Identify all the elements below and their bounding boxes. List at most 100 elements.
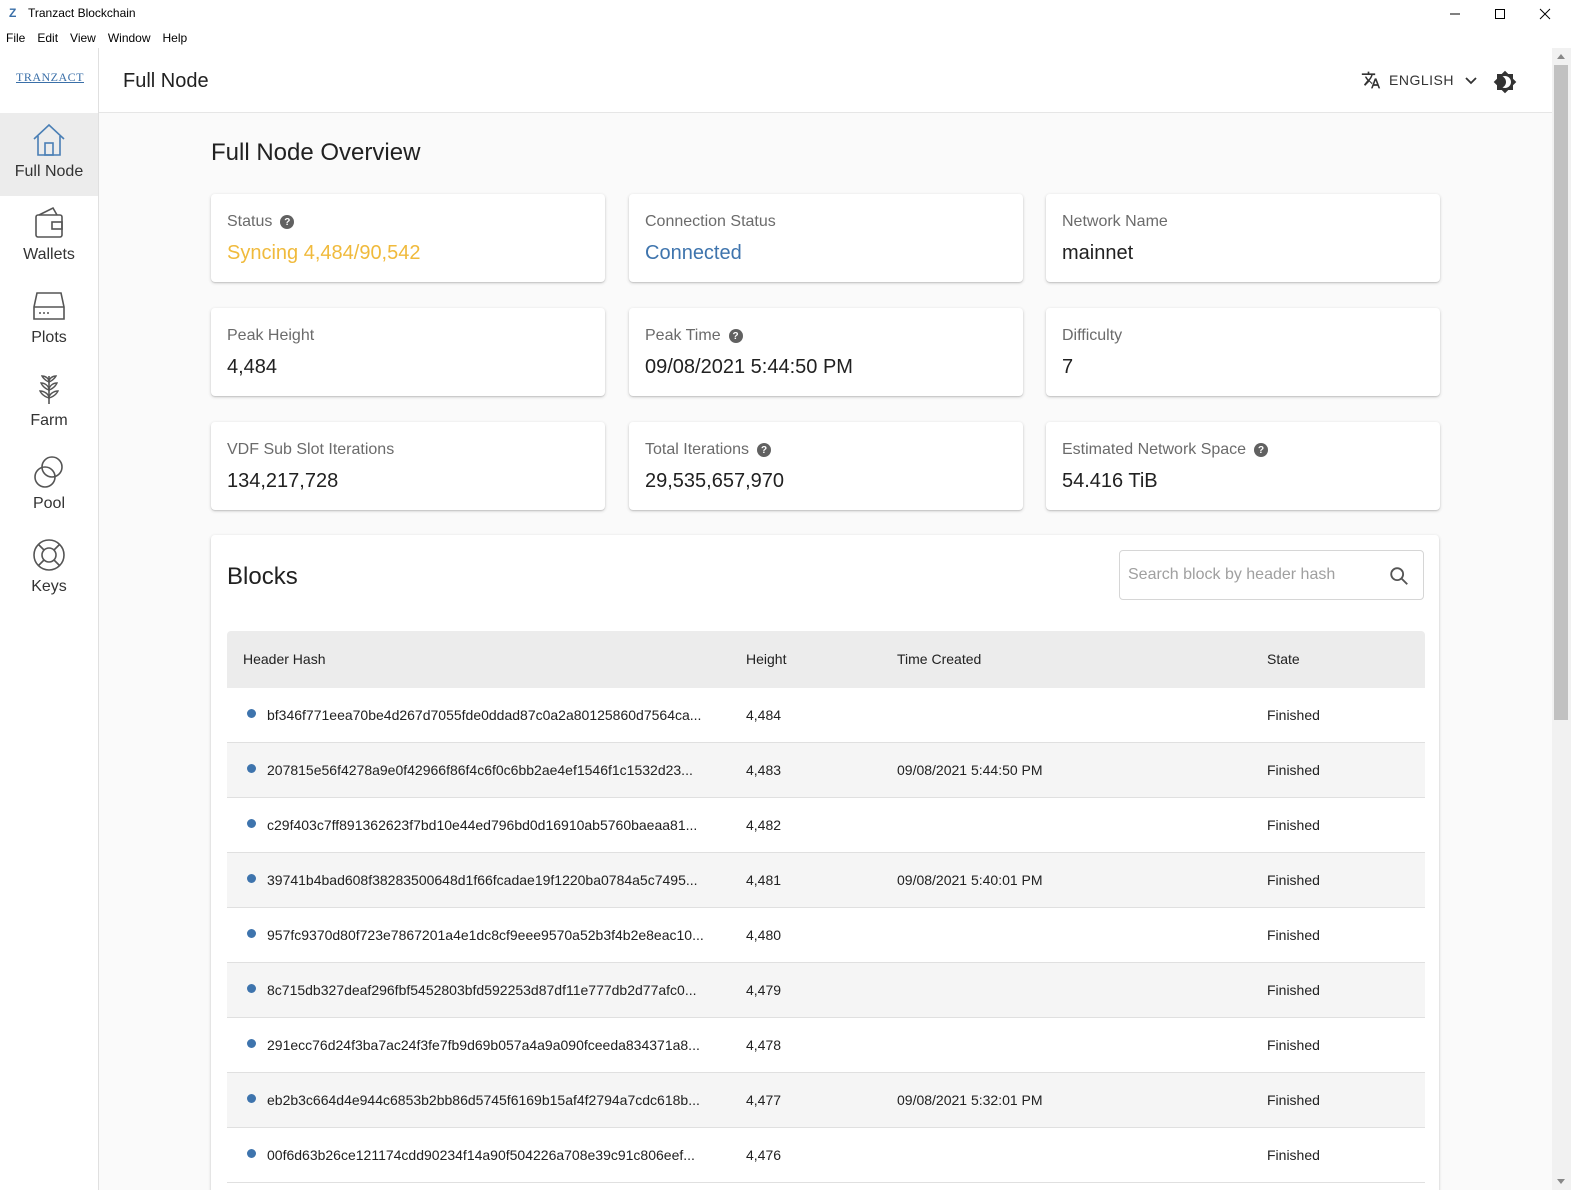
home-icon: [33, 123, 65, 156]
table-body: bf346f771eea70be4d267d7055fde0ddad87c0a2…: [227, 688, 1425, 1183]
cell-time-created: 09/08/2021 5:40:01 PM: [897, 872, 1043, 888]
card-label-wrap: Status?: [227, 213, 295, 231]
table-row[interactable]: eb2b3c664d4e944c6853b2bb86d5745f6169b15a…: [227, 1073, 1425, 1128]
sidebar-item-keys[interactable]: Keys: [0, 528, 98, 611]
close-button[interactable]: [1522, 0, 1568, 28]
connection-status-card: Connection Status Connected: [629, 194, 1023, 282]
status-dot-icon: [247, 709, 256, 718]
table-row[interactable]: 957fc9370d80f723e7867201a4e1dc8cf9eee957…: [227, 908, 1425, 963]
menu-view[interactable]: View: [64, 28, 102, 48]
status-dot-icon: [247, 764, 256, 773]
table-row[interactable]: 291ecc76d24f3ba7ac24f3fe7fb9d69b057a4a9a…: [227, 1018, 1425, 1073]
cell-state: Finished: [1267, 982, 1320, 998]
menu-file[interactable]: File: [0, 28, 31, 48]
status-dot-icon: [247, 819, 256, 828]
close-icon: [1539, 8, 1551, 20]
card-label: Difficulty: [1062, 327, 1123, 344]
help-icon[interactable]: ?: [728, 329, 743, 343]
cell-state: Finished: [1267, 707, 1320, 723]
sidebar-item-label: Wallets: [23, 246, 75, 263]
language-label: ENGLISH: [1389, 72, 1454, 88]
status-value: Syncing 4,484/90,542: [227, 242, 421, 264]
translate-icon: [1361, 71, 1381, 89]
cell-header-hash[interactable]: 8c715db327deaf296fbf5452803bfd592253d87d…: [267, 982, 715, 998]
cell-state: Finished: [1267, 817, 1320, 833]
sidebar-item-plots[interactable]: Plots: [0, 279, 98, 362]
maximize-button[interactable]: [1477, 0, 1523, 28]
status-dot-icon: [247, 984, 256, 993]
scroll-down-arrow-icon[interactable]: [1557, 1179, 1565, 1184]
sidebar-item-label: Farm: [30, 412, 68, 429]
help-icon[interactable]: ?: [1254, 443, 1269, 457]
minimize-icon: [1450, 13, 1460, 15]
peak-time-value: 09/08/2021 5:44:50 PM: [645, 356, 853, 378]
scrollbar-thumb[interactable]: [1554, 65, 1568, 720]
chevron-down-icon: [1465, 77, 1477, 85]
sidebar-item-pool[interactable]: Pool: [0, 445, 98, 528]
table-header: Header Hash Height Time Created State: [227, 631, 1425, 688]
cell-header-hash[interactable]: 291ecc76d24f3ba7ac24f3fe7fb9d69b057a4a9a…: [267, 1037, 715, 1053]
menu-edit[interactable]: Edit: [31, 28, 64, 48]
block-search: [1119, 550, 1424, 600]
cell-header-hash[interactable]: 00f6d63b26ce121174cdd90234f14a90f504226a…: [267, 1147, 715, 1163]
dark-mode-toggle-icon[interactable]: [1493, 70, 1517, 94]
cell-header-hash[interactable]: bf346f771eea70be4d267d7055fde0ddad87c0a2…: [267, 707, 715, 723]
cell-height: 4,477: [746, 1092, 782, 1108]
menu-window[interactable]: Window: [102, 28, 157, 48]
cell-header-hash[interactable]: 39741b4bad608f38283500648d1f66fcadae19f1…: [267, 872, 715, 888]
cell-height: 4,480: [746, 927, 782, 943]
cell-header-hash[interactable]: eb2b3c664d4e944c6853b2bb86d5745f6169b15a…: [267, 1092, 715, 1108]
table-row[interactable]: c29f403c7ff891362623f7bd10e44ed796bd0d16…: [227, 798, 1425, 853]
minimize-button[interactable]: [1432, 0, 1478, 28]
sidebar-item-farm[interactable]: Farm: [0, 362, 98, 445]
cell-height: 4,476: [746, 1147, 782, 1163]
table-row[interactable]: bf346f771eea70be4d267d7055fde0ddad87c0a2…: [227, 688, 1425, 743]
title-bar: Z Tranzact Blockchain: [0, 0, 1571, 28]
cell-header-hash[interactable]: 957fc9370d80f723e7867201a4e1dc8cf9eee957…: [267, 927, 715, 943]
card-label-wrap: Estimated Network Space?: [1062, 441, 1269, 459]
network-name-card: Network Name mainnet: [1046, 194, 1440, 282]
vertical-scrollbar[interactable]: [1552, 48, 1571, 1190]
sidebar-item-wallets[interactable]: Wallets: [0, 196, 98, 279]
sidebar-item-label: Keys: [31, 578, 67, 595]
overview-title: Full Node Overview: [211, 139, 421, 166]
menu-help[interactable]: Help: [157, 28, 194, 48]
scroll-up-arrow-icon[interactable]: [1557, 54, 1565, 59]
card-label-wrap: Peak Time?: [645, 327, 743, 345]
network-space-card: Estimated Network Space? 54.416 TiB: [1046, 422, 1440, 510]
app-logo[interactable]: TRANZACT: [16, 70, 84, 85]
help-icon[interactable]: ?: [280, 215, 295, 229]
table-row[interactable]: 8c715db327deaf296fbf5452803bfd592253d87d…: [227, 963, 1425, 1018]
column-header-state[interactable]: State: [1267, 651, 1300, 667]
column-header-height[interactable]: Height: [746, 651, 786, 667]
cell-header-hash[interactable]: c29f403c7ff891362623f7bd10e44ed796bd0d16…: [267, 817, 715, 833]
difficulty-card: Difficulty 7: [1046, 308, 1440, 396]
search-input[interactable]: [1128, 563, 1378, 587]
total-iterations-card: Total Iterations? 29,535,657,970: [629, 422, 1023, 510]
status-dot-icon: [247, 874, 256, 883]
table-row[interactable]: 00f6d63b26ce121174cdd90234f14a90f504226a…: [227, 1128, 1425, 1183]
cell-header-hash[interactable]: 207815e56f4278a9e0f42966f86f4c6f0c6bb2ae…: [267, 762, 715, 778]
app-icon: Z: [9, 6, 17, 20]
pool-icon: [34, 456, 63, 488]
column-header-time[interactable]: Time Created: [897, 651, 981, 667]
table-row[interactable]: 207815e56f4278a9e0f42966f86f4c6f0c6bb2ae…: [227, 743, 1425, 798]
sidebar-item-label: Pool: [32, 495, 66, 512]
table-row[interactable]: 39741b4bad608f38283500648d1f66fcadae19f1…: [227, 853, 1425, 908]
column-header-hash[interactable]: Header Hash: [243, 651, 691, 667]
difficulty-value: 7: [1062, 356, 1074, 378]
blocks-title: Blocks: [227, 563, 298, 590]
help-icon[interactable]: ?: [757, 443, 772, 457]
status-dot-icon: [247, 1094, 256, 1103]
cell-height: 4,481: [746, 872, 782, 888]
language-selector[interactable]: ENGLISH: [1361, 70, 1486, 90]
card-label: Total Iterations: [645, 441, 750, 458]
status-dot-icon: [247, 929, 256, 938]
page-title: Full Node: [123, 70, 209, 92]
sidebar-item-full-node[interactable]: Full Node: [0, 113, 98, 196]
cell-state: Finished: [1267, 927, 1320, 943]
peak-height-card: Peak Height 4,484: [211, 308, 605, 396]
search-icon[interactable]: [1388, 565, 1410, 587]
cell-height: 4,478: [746, 1037, 782, 1053]
card-label-wrap: Total Iterations?: [645, 441, 772, 459]
